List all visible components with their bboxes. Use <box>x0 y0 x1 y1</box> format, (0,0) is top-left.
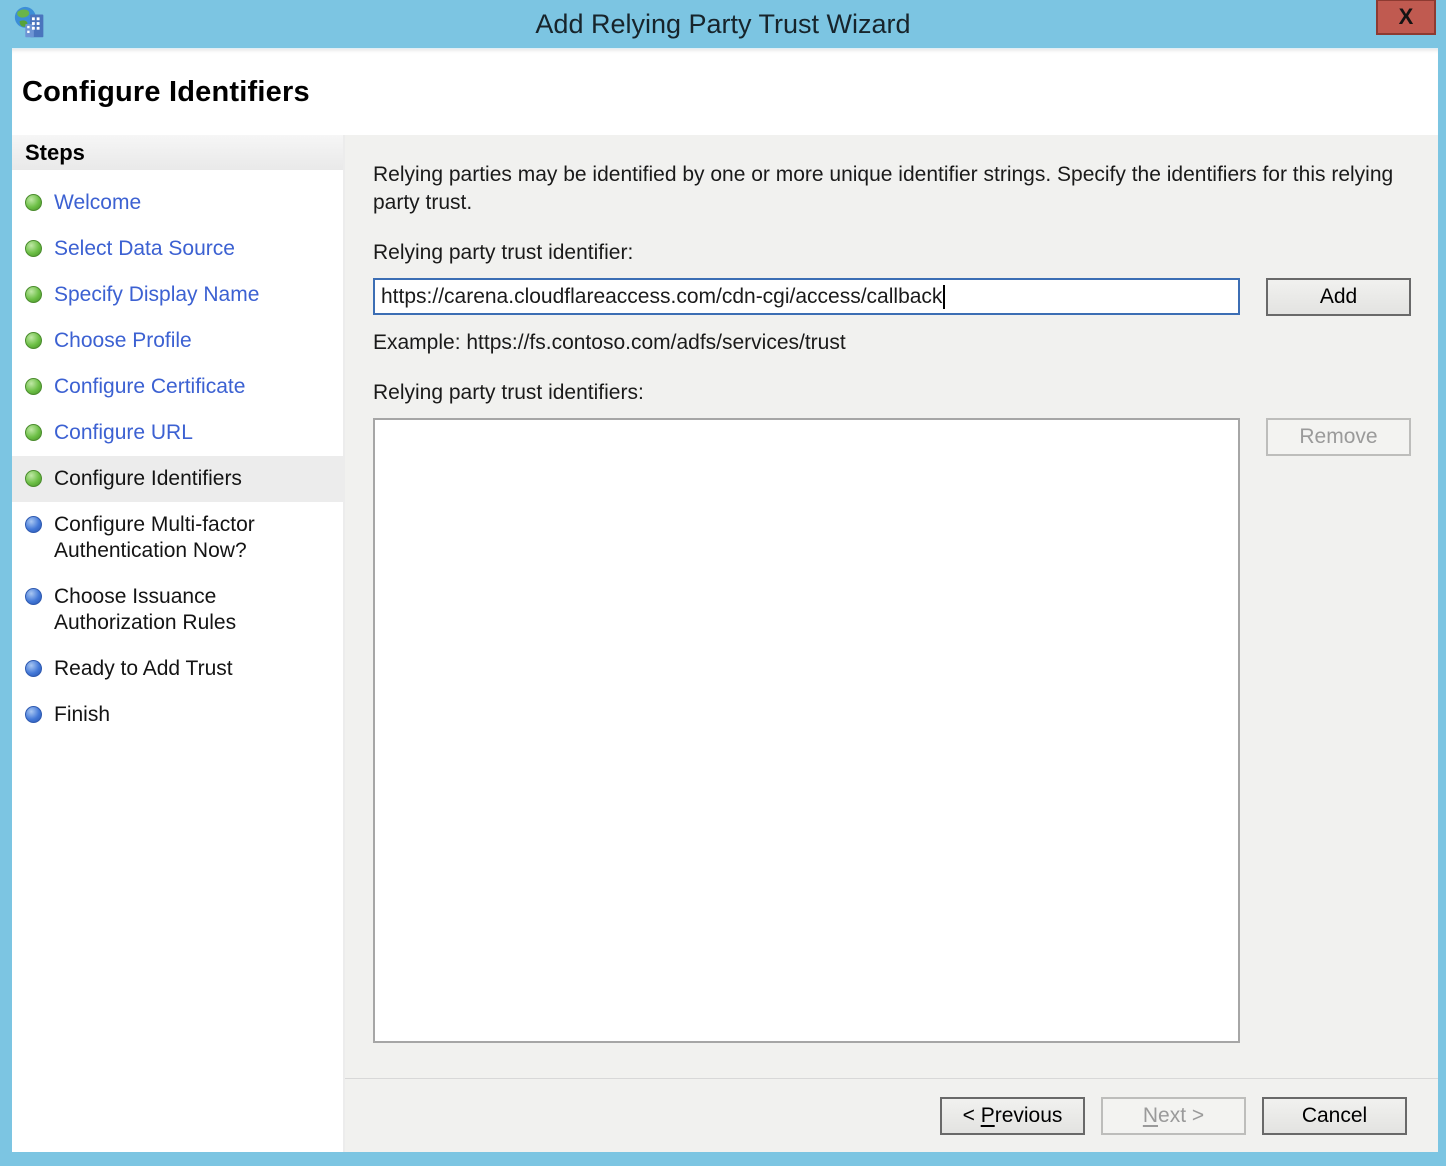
cancel-button[interactable]: Cancel <box>1262 1097 1407 1135</box>
step-label: Choose Profile <box>54 328 192 354</box>
step-done-dot-icon <box>25 424 42 441</box>
step-label: Configure Multi-factor Authentication No… <box>54 512 335 564</box>
content-pane: Relying parties may be identified by one… <box>345 135 1438 1152</box>
step-item-configure-identifiers: Configure Identifiers <box>12 456 343 502</box>
step-done-dot-icon <box>25 240 42 257</box>
step-item-specify-display-name: Specify Display Name <box>12 272 343 318</box>
step-label: Choose Issuance Authorization Rules <box>54 584 335 636</box>
step-item-finish: Finish <box>12 692 343 738</box>
step-pending-dot-icon <box>25 660 42 677</box>
identifiers-list-label: Relying party trust identifiers: <box>373 381 1411 405</box>
step-pending-dot-icon <box>25 588 42 605</box>
step-label: Welcome <box>54 190 141 216</box>
step-label: Configure Certificate <box>54 374 245 400</box>
step-label: Select Data Source <box>54 236 235 262</box>
step-pending-dot-icon <box>25 516 42 533</box>
steps-sidebar: Steps Welcome Select Data Source Specify D… <box>12 135 345 1152</box>
step-item-choose-profile: Choose Profile <box>12 318 343 364</box>
wizard-window: Add Relying Party Trust Wizard X Configu… <box>0 0 1446 1166</box>
step-label: Specify Display Name <box>54 282 259 308</box>
steps-header: Steps <box>12 135 343 172</box>
page-title: Configure Identifiers <box>22 76 310 109</box>
step-item-select-data-source: Select Data Source <box>12 226 343 272</box>
remove-button[interactable]: Remove <box>1266 418 1411 456</box>
add-button[interactable]: Add <box>1266 278 1411 316</box>
steps-list: Welcome Select Data Source Specify Display… <box>12 172 343 738</box>
step-item-ready-to-add-trust: Ready to Add Trust <box>12 646 343 692</box>
step-done-dot-icon <box>25 194 42 211</box>
identifier-input[interactable]: https://carena.cloudflareaccess.com/cdn-… <box>373 278 1240 315</box>
previous-button[interactable]: < Previous <box>940 1097 1085 1135</box>
step-done-dot-icon <box>25 470 42 487</box>
step-item-welcome: Welcome <box>12 180 343 226</box>
identifiers-listbox[interactable] <box>373 418 1240 1043</box>
example-text: Example: https://fs.contoso.com/adfs/ser… <box>373 331 1411 355</box>
step-item-configure-url: Configure URL <box>12 410 343 456</box>
step-done-dot-icon <box>25 332 42 349</box>
step-pending-dot-icon <box>25 706 42 723</box>
step-label: Configure Identifiers <box>54 466 242 492</box>
step-item-configure-multi-factor-authentication-now: Configure Multi-factor Authentication No… <box>12 502 343 574</box>
page-header: Configure Identifiers <box>12 49 1438 135</box>
identifier-input-value: https://carena.cloudflareaccess.com/cdn-… <box>381 285 942 309</box>
configure-identifiers-form: Relying parties may be identified by one… <box>345 135 1438 1078</box>
step-label: Configure URL <box>54 420 193 446</box>
identifier-label: Relying party trust identifier: <box>373 241 1411 265</box>
step-done-dot-icon <box>25 286 42 303</box>
footer: < Previous Next > Cancel <box>345 1078 1438 1152</box>
description-text: Relying parties may be identified by one… <box>373 161 1411 217</box>
close-button[interactable]: X <box>1376 0 1436 35</box>
step-label: Ready to Add Trust <box>54 656 233 682</box>
next-button[interactable]: Next > <box>1101 1097 1246 1135</box>
step-item-configure-certificate: Configure Certificate <box>12 364 343 410</box>
step-item-choose-issuance-authorization-rules: Choose Issuance Authorization Rules <box>12 574 343 646</box>
step-label: Finish <box>54 702 110 728</box>
text-caret <box>943 285 945 309</box>
titlebar: Add Relying Party Trust Wizard X <box>0 0 1446 48</box>
step-done-dot-icon <box>25 378 42 395</box>
window-title: Add Relying Party Trust Wizard <box>0 0 1446 48</box>
window-body: Configure Identifiers Steps Welcome Selec… <box>12 48 1438 1152</box>
